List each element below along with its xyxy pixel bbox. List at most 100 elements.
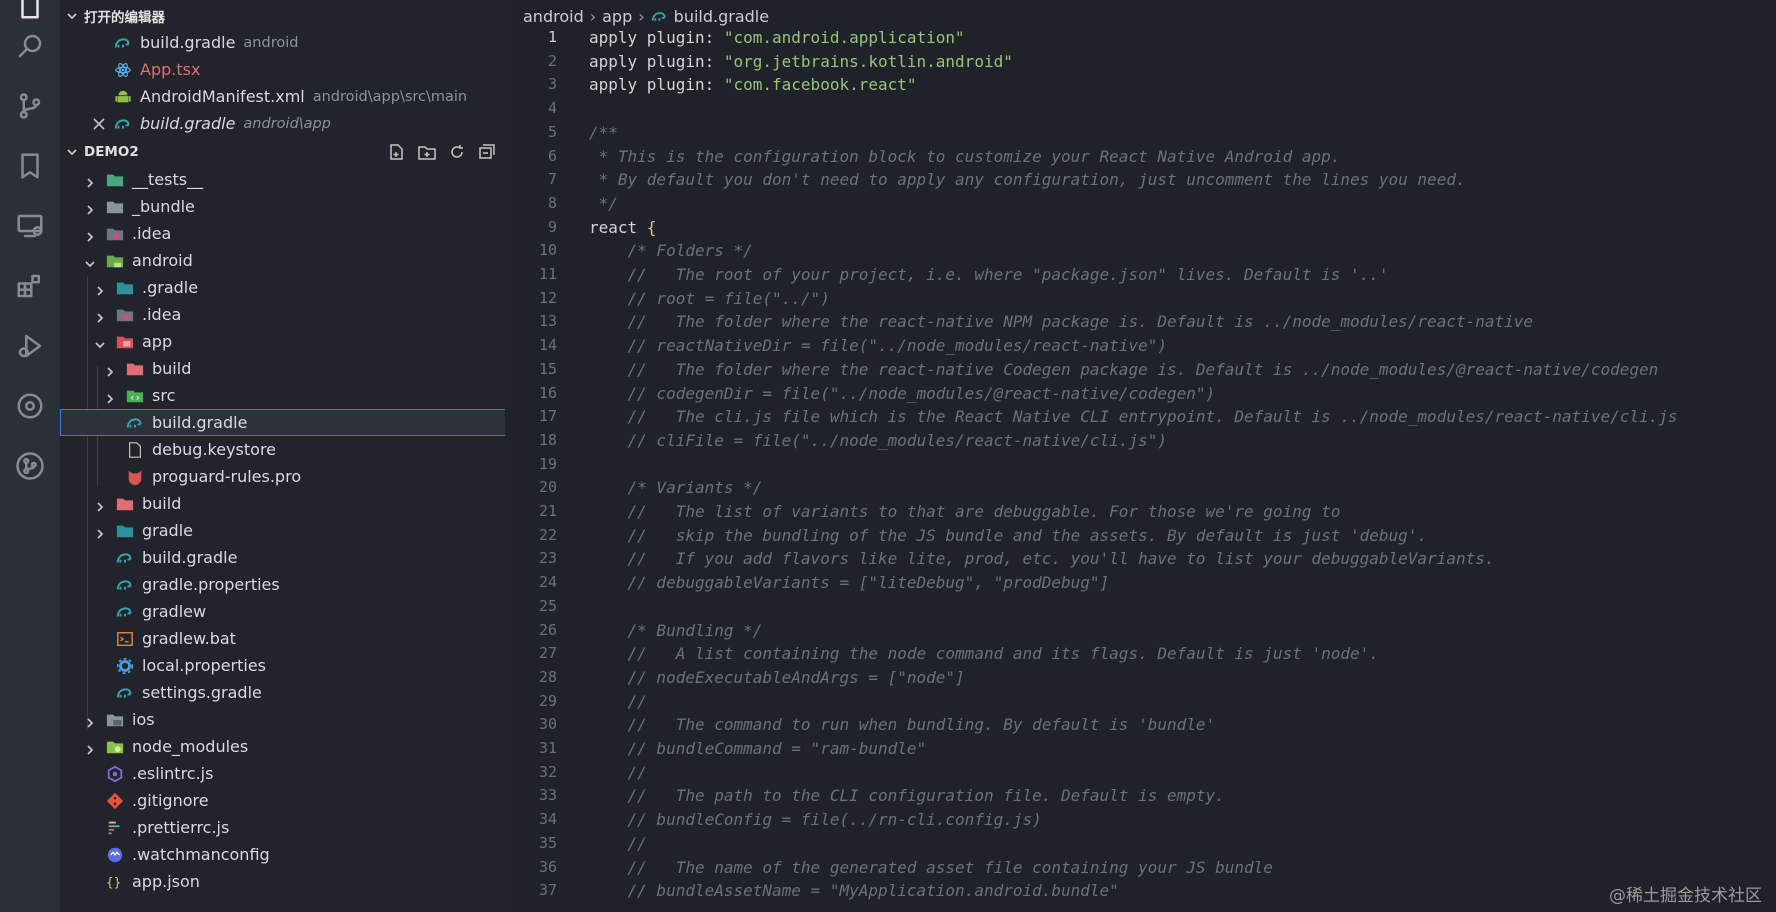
- tree-item-label: __tests__: [132, 170, 204, 189]
- tree-file-app-json[interactable]: {} app.json: [60, 868, 505, 895]
- open-editor-item[interactable]: AndroidManifest.xml android\app\src\main: [60, 83, 505, 110]
- open-editor-item[interactable]: App.tsx 4: [60, 56, 505, 83]
- tree-file-local-properties[interactable]: local.properties: [60, 652, 505, 679]
- tree-folder-idea[interactable]: .idea: [60, 301, 505, 328]
- idea-folder-icon: [116, 306, 134, 324]
- tree-file-proguard[interactable]: proguard-rules.pro: [60, 463, 505, 490]
- code-line[interactable]: /* Variants */: [589, 478, 763, 497]
- tree-file-build-gradle[interactable]: build.gradle: [60, 544, 505, 571]
- tree-file-settings-gradle[interactable]: settings.gradle: [60, 679, 505, 706]
- tree-folder-build[interactable]: build: [60, 355, 505, 382]
- tree-folder-app[interactable]: app: [60, 328, 505, 355]
- open-editor-item-active[interactable]: build.gradle android\app: [60, 110, 505, 137]
- code-line[interactable]: // debuggableVariants = ["liteDebug", "p…: [589, 573, 1110, 592]
- line-number: 13: [538, 312, 557, 331]
- source-control-icon[interactable]: [10, 86, 50, 126]
- tree-folder-tests[interactable]: __tests__: [60, 166, 505, 193]
- code-line[interactable]: // The list of variants to that are debu…: [589, 502, 1341, 521]
- tree-folder-bundle[interactable]: _bundle: [60, 193, 505, 220]
- tree-folder-gradle[interactable]: gradle: [60, 517, 505, 544]
- collapse-all-icon[interactable]: [477, 143, 497, 161]
- line-number: 9: [547, 217, 557, 236]
- tree-file-gitignore[interactable]: .gitignore: [60, 787, 505, 814]
- explorer-toolbar: [387, 143, 497, 161]
- code-line[interactable]: apply plugin: "org.jetbrains.kotlin.andr…: [589, 52, 1013, 71]
- tree-file-gradlew-bat[interactable]: gradlew.bat: [60, 625, 505, 652]
- line-number: 8: [547, 193, 557, 212]
- code-line[interactable]: // root = file("../"): [589, 289, 830, 308]
- tree-folder-android[interactable]: android: [60, 247, 505, 274]
- code-keyword: react: [589, 217, 647, 237]
- code-line[interactable]: // nodeExecutableAndArgs = ["node"]: [589, 668, 965, 687]
- line-number: 31: [538, 739, 557, 757]
- code-line[interactable]: react {: [589, 218, 656, 237]
- breadcrumb-item[interactable]: android: [523, 7, 584, 26]
- code-line[interactable]: */: [589, 194, 618, 213]
- tree-file-gradlew[interactable]: gradlew: [60, 598, 505, 625]
- code-line[interactable]: /* Bundling */: [589, 621, 763, 640]
- code-line[interactable]: // A list containing the node command an…: [589, 644, 1379, 663]
- bookmark-icon[interactable]: [10, 146, 50, 186]
- tree-file-eslintrc[interactable]: .eslintrc.js: [60, 760, 505, 787]
- code-line[interactable]: apply plugin: "com.facebook.react": [589, 75, 917, 94]
- open-editor-item[interactable]: build.gradle android: [60, 29, 505, 56]
- tree-folder-dotgradle[interactable]: .gradle: [60, 274, 505, 301]
- extensions-icon[interactable]: [10, 266, 50, 306]
- code-line[interactable]: //: [589, 692, 647, 711]
- breadcrumb-item[interactable]: build.gradle: [674, 7, 769, 26]
- tree-folder-idea[interactable]: .idea: [60, 220, 505, 247]
- code-line[interactable]: // The folder where the react-native NPM…: [589, 312, 1533, 331]
- new-file-icon[interactable]: [387, 143, 407, 161]
- tree-file-build-gradle-selected[interactable]: build.gradle: [60, 409, 505, 436]
- react-icon: [114, 61, 132, 79]
- code-line[interactable]: // bundleCommand = "ram-bundle": [589, 739, 927, 758]
- run-debug-icon[interactable]: [10, 326, 50, 366]
- target-icon[interactable]: [10, 386, 50, 426]
- code-line[interactable]: // bundleAssetName = "MyApplication.andr…: [589, 881, 1119, 900]
- code-comment: // If you add flavors like lite, prod, e…: [589, 549, 1495, 569]
- code-line[interactable]: // The command to run when bundling. By …: [589, 715, 1216, 735]
- code-line[interactable]: //: [589, 834, 647, 853]
- remote-explorer-icon[interactable]: [10, 206, 50, 246]
- new-folder-icon[interactable]: [417, 143, 437, 161]
- code-line[interactable]: // The cli.js file which is the React Na…: [589, 407, 1678, 426]
- close-icon[interactable]: [92, 117, 106, 131]
- code-line[interactable]: // bundleConfig = file(../rn-cli.config.…: [589, 810, 1042, 829]
- code-line[interactable]: //: [589, 763, 647, 782]
- tree-folder-build[interactable]: build: [60, 490, 505, 517]
- code-line[interactable]: * By default you don't need to apply any…: [589, 170, 1466, 189]
- tree-folder-ios[interactable]: ios: [60, 706, 505, 733]
- code-line[interactable]: apply plugin: "com.android.application": [589, 28, 965, 47]
- search-icon[interactable]: [10, 26, 50, 66]
- tree-item-label: settings.gradle: [142, 683, 262, 702]
- code-line[interactable]: // The name of the generated asset file …: [589, 858, 1273, 877]
- code-line[interactable]: // skip the bundling of the JS bundle an…: [589, 526, 1428, 545]
- code-line[interactable]: // The root of your project, i.e. where …: [589, 265, 1389, 284]
- code-editor[interactable]: android › app › build.gradle 1 2 3 4 5 6 7 8 9 10…: [505, 0, 1776, 912]
- code-line[interactable]: /**: [589, 123, 618, 142]
- tree-folder-node-modules[interactable]: node_modules: [60, 733, 505, 760]
- code-line[interactable]: // cliFile = file("../node_modules/react…: [589, 431, 1167, 450]
- tree-file-watchmanconfig[interactable]: .watchmanconfig: [60, 841, 505, 868]
- tree-file-prettierrc[interactable]: .prettierrc.js: [60, 814, 505, 841]
- code-line[interactable]: // codegenDir = file("../node_modules/@r…: [589, 384, 1216, 403]
- tree-file-gradle-properties[interactable]: gradle.properties: [60, 571, 505, 598]
- code-line[interactable]: /* Folders */: [589, 241, 753, 260]
- code-line[interactable]: // The folder where the react-native Cod…: [589, 360, 1659, 379]
- open-editors-header[interactable]: 打开的编辑器: [60, 2, 505, 29]
- activity-bar: [0, 0, 60, 912]
- tree-folder-src[interactable]: src: [60, 382, 505, 409]
- code-line[interactable]: // reactNativeDir = file("../node_module…: [589, 336, 1167, 355]
- tree-item-label: build: [142, 494, 182, 513]
- project-header[interactable]: DEMO2: [60, 138, 505, 165]
- code-line[interactable]: // The path to the CLI configuration fil…: [589, 786, 1225, 805]
- tree-file-debug-keystore[interactable]: debug.keystore: [60, 436, 505, 463]
- code-line[interactable]: // If you add flavors like lite, prod, e…: [589, 549, 1495, 569]
- proguard-icon: [126, 468, 144, 486]
- files-icon[interactable]: [10, 0, 50, 26]
- git-graph-icon[interactable]: [10, 446, 50, 486]
- code-comment: // The command to run when bundling. By …: [589, 715, 1216, 735]
- code-line[interactable]: * This is the configuration block to cus…: [589, 147, 1341, 166]
- breadcrumb-item[interactable]: app: [602, 7, 632, 26]
- refresh-icon[interactable]: [447, 143, 467, 161]
